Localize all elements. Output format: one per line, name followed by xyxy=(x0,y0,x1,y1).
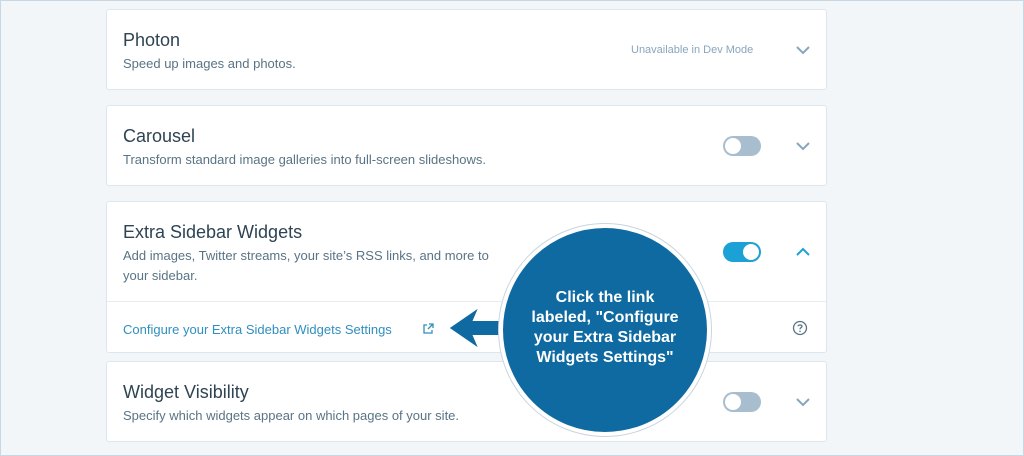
module-card-photon: Photon Speed up images and photos. Unava… xyxy=(106,9,827,90)
external-link-icon[interactable] xyxy=(422,322,434,334)
carousel-toggle[interactable] xyxy=(723,136,761,156)
chevron-down-icon[interactable] xyxy=(792,391,814,413)
module-description: Specify which widgets appear on which pa… xyxy=(123,408,460,423)
module-card-widget-visibility: Widget Visibility Specify which widgets … xyxy=(106,361,827,442)
extra-sidebar-widgets-toggle[interactable] xyxy=(723,242,761,262)
module-title: Photon xyxy=(123,30,181,50)
widget-visibility-toggle[interactable] xyxy=(723,392,761,412)
callout-line: labeled, "Configure xyxy=(531,309,679,326)
module-title: Widget Visibility xyxy=(123,382,249,402)
chevron-down-icon[interactable] xyxy=(792,39,814,61)
toggle-knob xyxy=(743,244,759,260)
toggle-knob xyxy=(725,138,741,154)
module-description: Transform standard image galleries into … xyxy=(123,152,486,167)
card-divider xyxy=(107,301,826,302)
module-description-line-2: your sidebar. xyxy=(123,268,198,283)
configure-settings-link[interactable]: Configure your Extra Sidebar Widgets Set… xyxy=(123,322,392,337)
module-description: Speed up images and photos. xyxy=(123,56,296,71)
toggle-knob xyxy=(725,394,741,410)
chevron-down-icon[interactable] xyxy=(792,135,814,157)
module-title: Extra Sidebar Widgets xyxy=(123,222,303,242)
callout-text: Click the link labeled, "Configure your … xyxy=(525,288,685,368)
callout-line: Click the link xyxy=(555,289,655,306)
help-icon[interactable] xyxy=(792,320,808,336)
chevron-up-icon[interactable] xyxy=(792,241,814,263)
callout-line: your Extra Sidebar xyxy=(533,329,677,346)
instruction-callout: Click the link labeled, "Configure your … xyxy=(499,224,711,436)
module-title: Carousel xyxy=(123,126,196,146)
status-note: Unavailable in Dev Mode xyxy=(631,44,754,56)
module-description-line-1: Add images, Twitter streams, your site’s… xyxy=(123,248,489,263)
callout-line: Widgets Settings" xyxy=(536,349,674,366)
module-card-carousel: Carousel Transform standard image galler… xyxy=(106,105,827,186)
